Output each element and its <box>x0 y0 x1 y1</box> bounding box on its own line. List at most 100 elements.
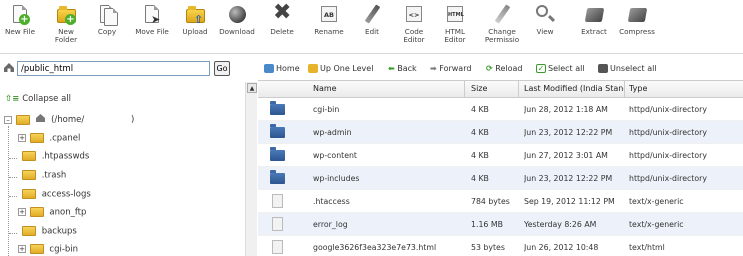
view-button[interactable]: View <box>532 4 558 52</box>
tree-item-anon-ftp[interactable]: + anon_ftp <box>18 207 86 221</box>
go-button[interactable]: Go <box>214 61 230 76</box>
change-permissions-button[interactable]: Change Permissio <box>480 4 524 52</box>
table-row[interactable]: cgi-bin 4 KB Jun 28, 2012 1:18 AM httpd/… <box>258 98 743 121</box>
forward-link[interactable]: ➡ Forward <box>430 64 471 73</box>
column-header-size[interactable]: Size <box>471 84 487 93</box>
delete-icon: ✖ <box>273 0 292 25</box>
tree-item-label: backups <box>41 226 77 237</box>
tree-root-icon <box>35 113 46 126</box>
column-header-modified[interactable]: Last Modified (India Stanc <box>524 84 624 93</box>
folder-icon <box>29 244 44 254</box>
upload-label: Upload <box>182 27 208 36</box>
forward-label: Forward <box>439 64 472 73</box>
folder-tree: ⇧≡ Collapse all – (/home/ ) + .cpanel .ht… <box>0 80 258 256</box>
table-row[interactable]: google3626f3ea323e7e73.html 53 bytes Jun… <box>258 236 743 256</box>
tree-item-label: cgi-bin <box>49 244 79 255</box>
table-header: Name Size Last Modified (India Stanc Typ… <box>258 81 743 98</box>
copy-button[interactable]: Copy <box>94 4 120 52</box>
table-row[interactable]: wp-content 4 KB Jun 27, 2012 3:01 AM htt… <box>258 144 743 167</box>
file-type: httpd/unix-directory <box>629 151 707 160</box>
view-label: View <box>536 27 554 36</box>
table-row[interactable]: .htaccess 784 bytes Sep 19, 2012 11:12 P… <box>258 190 743 213</box>
expand-toggle-icon[interactable]: + <box>18 245 26 253</box>
tree-item-htpasswds[interactable]: .htpasswds <box>22 151 89 165</box>
file-name[interactable]: google3626f3ea323e7e73.html <box>313 236 461 256</box>
folder-icon <box>22 170 36 180</box>
download-button[interactable]: Download <box>216 4 258 52</box>
edit-button[interactable]: Edit <box>360 4 384 52</box>
select-all-link[interactable]: ✓ Select all <box>536 64 585 73</box>
folder-icon <box>270 170 285 184</box>
file-name[interactable]: wp-content <box>313 144 461 167</box>
expand-toggle-icon[interactable]: – <box>4 115 12 124</box>
upload-button[interactable]: ⇧ Upload <box>178 4 212 52</box>
expand-toggle-icon[interactable]: + <box>18 134 26 142</box>
collapse-icon: ⇧≡ <box>5 94 20 104</box>
extract-button[interactable]: Extract <box>576 4 612 52</box>
unselect-all-link[interactable]: Unselect all <box>598 64 657 73</box>
new-folder-button[interactable]: + New Folder <box>48 4 84 52</box>
delete-button[interactable]: ✖ Delete <box>266 0 298 52</box>
tree-item-label: anon_ftp <box>49 207 87 218</box>
tree-root[interactable]: – (/home/ ) <box>4 113 134 127</box>
forward-arrow-icon: ➡ <box>430 64 437 73</box>
change-permissions-label: Change Permissio <box>484 27 520 44</box>
file-name[interactable]: wp-admin <box>313 121 461 144</box>
code-editor-button[interactable]: <> Code Editor <box>398 4 430 52</box>
back-link[interactable]: ⬅ Back <box>388 64 417 73</box>
folder-icon <box>29 207 44 217</box>
file-type: text/x-generic <box>629 197 684 206</box>
tree-scrollbar[interactable]: ▲ <box>245 82 257 256</box>
file-size: 784 bytes <box>471 197 510 206</box>
open-folder-icon <box>15 114 30 125</box>
file-modified: Jun 27, 2012 3:01 AM <box>524 151 608 160</box>
rename-button[interactable]: AB Rename <box>310 4 348 52</box>
file-size: 4 KB <box>471 151 489 160</box>
checkbox-unchecked-icon <box>598 64 608 73</box>
select-all-label: Select all <box>548 64 585 73</box>
table-row[interactable]: wp-admin 4 KB Jun 23, 2012 12:22 PM http… <box>258 121 743 144</box>
column-header-type[interactable]: Type <box>629 84 647 93</box>
tree-item-backups[interactable]: backups <box>22 226 77 240</box>
new-file-button[interactable]: + New File <box>2 4 38 52</box>
folder-icon <box>22 189 36 199</box>
unselect-all-label: Unselect all <box>610 64 657 73</box>
edit-label: Edit <box>365 27 379 36</box>
tree-item-trash[interactable]: .trash <box>22 170 66 184</box>
extract-icon <box>583 4 605 26</box>
file-modified: Yesterday 8:26 AM <box>524 220 597 229</box>
code-editor-icon: <> <box>403 4 425 26</box>
reload-link[interactable]: ⟳ Reload <box>486 64 522 73</box>
expand-toggle-icon[interactable]: + <box>18 208 26 216</box>
collapse-all-link[interactable]: ⇧≡ Collapse all <box>5 94 71 104</box>
column-header-name[interactable]: Name <box>313 84 337 93</box>
download-icon <box>226 4 248 26</box>
up-one-level-link[interactable]: Up One Level <box>308 64 373 73</box>
file-size: 4 KB <box>471 174 489 183</box>
edit-icon <box>361 4 383 26</box>
scroll-up-icon[interactable]: ▲ <box>247 83 257 93</box>
back-arrow-icon: ⬅ <box>388 64 395 73</box>
file-name[interactable]: wp-includes <box>313 167 461 190</box>
html-editor-button[interactable]: HTML HTML Editor <box>440 4 470 52</box>
tree-item-cpanel[interactable]: + .cpanel <box>18 133 80 147</box>
extract-label: Extract <box>581 27 607 36</box>
tree-item-label: .cpanel <box>49 133 81 144</box>
file-name[interactable]: cgi-bin <box>313 98 461 121</box>
table-row[interactable]: error_log 1.16 MB Yesterday 8:26 AM text… <box>258 213 743 236</box>
table-row[interactable]: wp-includes 4 KB Jun 23, 2012 12:22 PM h… <box>258 167 743 190</box>
home-folder-icon <box>3 62 15 73</box>
compress-button[interactable]: Compress <box>616 4 658 52</box>
folder-icon <box>29 133 44 143</box>
tree-root-label: (/home/ <box>51 115 85 125</box>
file-name[interactable]: .htaccess <box>313 190 461 213</box>
path-input[interactable] <box>17 61 210 76</box>
new-file-icon: + <box>9 4 31 26</box>
tree-item-cgi-bin[interactable]: + cgi-bin <box>18 244 78 256</box>
home-icon <box>264 64 274 73</box>
tree-item-access-logs[interactable]: access-logs <box>22 189 91 203</box>
move-file-button[interactable]: ➤ Move File <box>130 4 174 52</box>
file-name[interactable]: error_log <box>313 213 461 236</box>
code-editor-label: Code Editor <box>403 27 425 44</box>
home-link[interactable]: Home <box>264 64 300 73</box>
